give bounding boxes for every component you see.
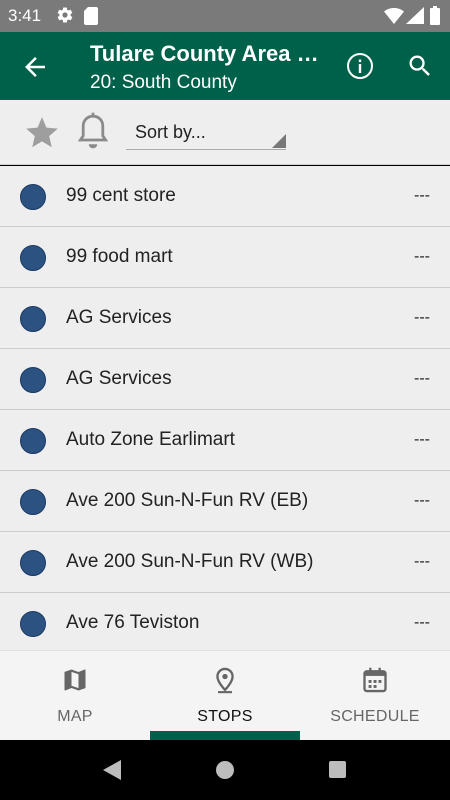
tab-schedule-label: SCHEDULE bbox=[330, 708, 420, 725]
tab-map-label: MAP bbox=[57, 708, 93, 725]
stop-time: --- bbox=[414, 248, 430, 265]
map-icon bbox=[61, 666, 89, 694]
page-title: Tulare County Area Transit bbox=[90, 41, 322, 66]
stop-time: --- bbox=[414, 309, 430, 326]
bottom-navigation: MAP STOPS SCHEDULE bbox=[0, 650, 450, 741]
tab-stops-label: STOPS bbox=[197, 708, 253, 725]
status-bar: 3:41 bbox=[0, 0, 450, 32]
stop-name: 99 cent store bbox=[66, 185, 176, 206]
sort-dropdown[interactable]: Sort by... bbox=[126, 118, 286, 150]
route-subtitle: 20: South County bbox=[90, 72, 237, 93]
stop-dot-icon bbox=[20, 489, 46, 515]
status-time: 3:41 bbox=[8, 6, 42, 25]
stop-name: 99 food mart bbox=[66, 246, 173, 267]
stop-dot-icon bbox=[20, 184, 46, 210]
bell-icon[interactable] bbox=[76, 112, 110, 154]
stop-dot-icon bbox=[20, 428, 46, 454]
stop-dot-icon bbox=[20, 550, 46, 576]
filter-bar: Sort by... bbox=[0, 100, 450, 165]
tab-schedule[interactable]: SCHEDULE bbox=[300, 651, 450, 741]
stop-name: Ave 76 Teviston bbox=[66, 612, 200, 633]
info-icon[interactable] bbox=[346, 52, 374, 80]
stop-name: AG Services bbox=[66, 368, 172, 389]
tab-stops[interactable]: STOPS bbox=[150, 651, 300, 741]
stop-dot-icon bbox=[20, 245, 46, 271]
stop-time: --- bbox=[414, 370, 430, 387]
wifi-icon bbox=[384, 7, 404, 29]
stop-time: --- bbox=[414, 492, 430, 509]
stop-name: Ave 200 Sun-N-Fun RV (WB) bbox=[66, 551, 314, 572]
tab-map[interactable]: MAP bbox=[0, 651, 150, 741]
star-icon[interactable] bbox=[22, 114, 62, 152]
list-item[interactable]: Auto Zone Earlimart --- bbox=[0, 410, 450, 471]
stop-dot-icon bbox=[20, 367, 46, 393]
stop-name: Ave 200 Sun-N-Fun RV (EB) bbox=[66, 490, 309, 511]
home-circle-icon[interactable] bbox=[216, 761, 234, 779]
recents-square-icon[interactable] bbox=[329, 761, 346, 778]
calendar-icon bbox=[361, 666, 389, 694]
stop-name: Auto Zone Earlimart bbox=[66, 429, 235, 450]
battery-icon bbox=[430, 6, 440, 30]
gear-icon bbox=[56, 6, 74, 29]
list-item[interactable]: Ave 200 Sun-N-Fun RV (WB) --- bbox=[0, 532, 450, 593]
list-item[interactable]: 99 cent store --- bbox=[0, 166, 450, 227]
search-icon[interactable] bbox=[406, 52, 434, 80]
stop-time: --- bbox=[414, 553, 430, 570]
list-item[interactable]: Ave 200 Sun-N-Fun RV (EB) --- bbox=[0, 471, 450, 532]
stop-name: AG Services bbox=[66, 307, 172, 328]
sd-card-icon bbox=[84, 7, 98, 30]
sort-label: Sort by... bbox=[135, 122, 206, 142]
list-item[interactable]: AG Services --- bbox=[0, 288, 450, 349]
stop-time: --- bbox=[414, 431, 430, 448]
stop-list[interactable]: 99 cent store --- 99 food mart --- AG Se… bbox=[0, 166, 450, 650]
app-bar: Tulare County Area Transit 20: South Cou… bbox=[0, 32, 450, 100]
stop-dot-icon bbox=[20, 611, 46, 637]
back-triangle-icon[interactable] bbox=[103, 760, 121, 785]
dropdown-arrow-icon bbox=[272, 134, 286, 148]
stop-time: --- bbox=[414, 187, 430, 204]
stop-dot-icon bbox=[20, 306, 46, 332]
signal-icon bbox=[406, 7, 424, 29]
system-navigation-bar bbox=[0, 740, 450, 800]
location-pin-icon bbox=[211, 666, 239, 694]
list-item[interactable]: 99 food mart --- bbox=[0, 227, 450, 288]
list-item[interactable]: AG Services --- bbox=[0, 349, 450, 410]
stop-time: --- bbox=[414, 614, 430, 631]
list-item[interactable]: Ave 76 Teviston --- bbox=[0, 593, 450, 650]
back-arrow-icon[interactable] bbox=[20, 52, 50, 82]
